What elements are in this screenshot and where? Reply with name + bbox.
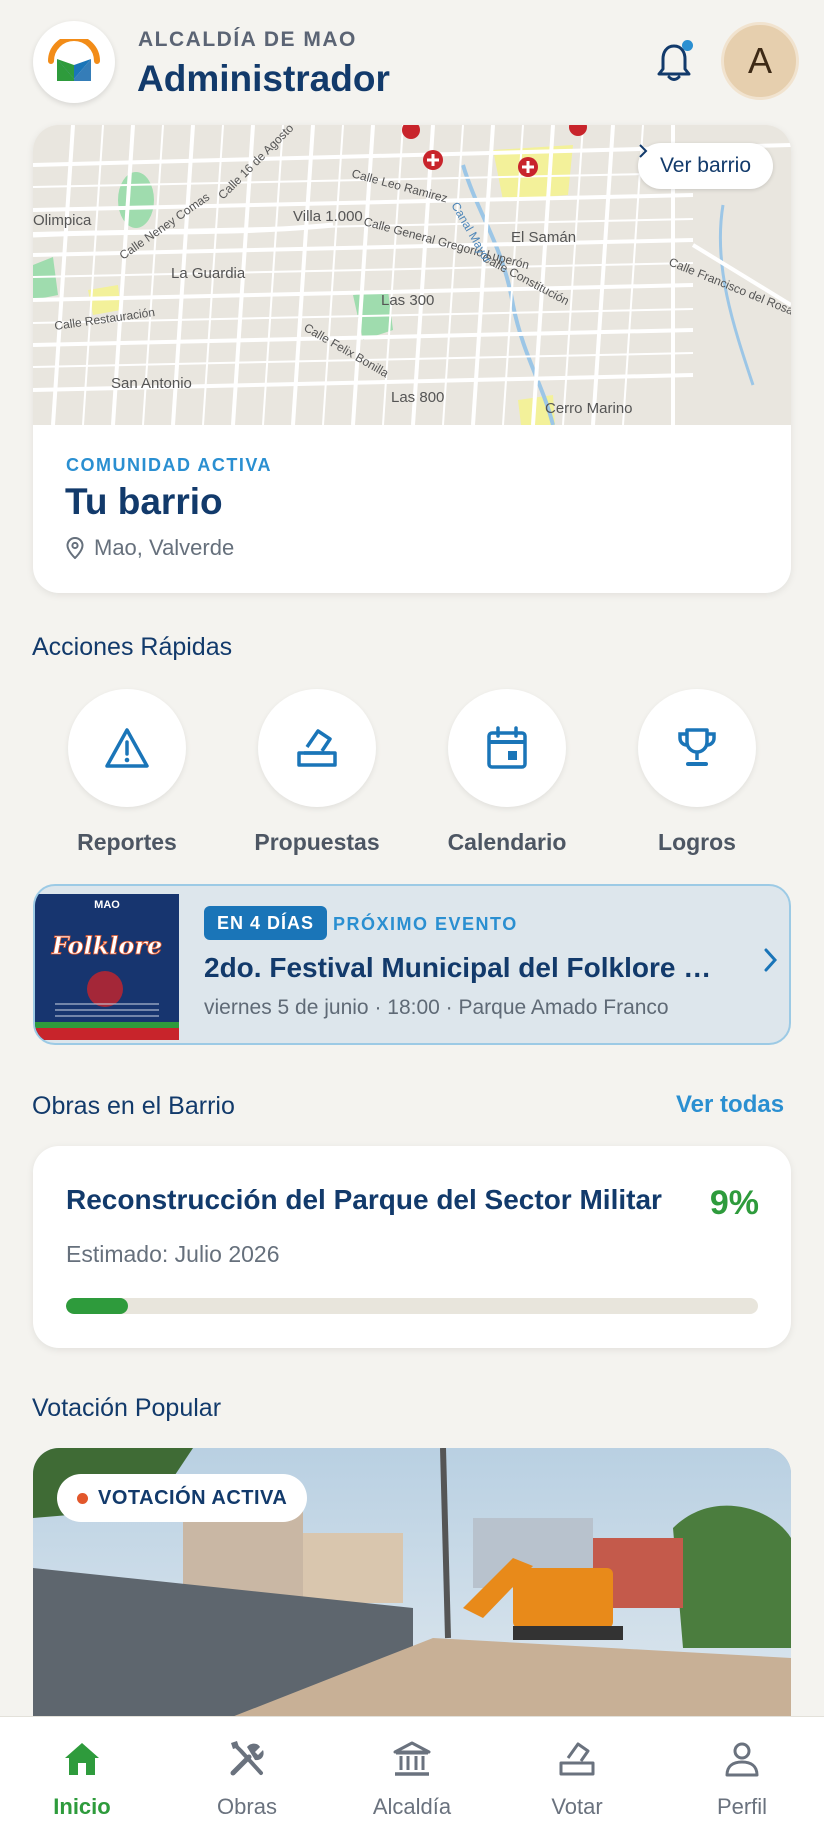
obra-title: Reconstrucción del Parque del Sector Mil… <box>66 1184 662 1215</box>
votacion-card[interactable]: VOTACIÓN ACTIVA <box>33 1448 791 1748</box>
bottom-nav: Inicio Obras Alcaldía Votar Perfil <box>0 1716 824 1830</box>
event-poster-image: MAO Folklore <box>35 894 179 1040</box>
quick-action-propuestas[interactable]: Propuestas <box>222 689 412 859</box>
quick-action-label: Reportes <box>77 829 177 855</box>
barrio-card[interactable]: Olimpica La Guardia Villa 1.000 El Samán… <box>33 125 791 593</box>
barrio-location: Mao, Valverde <box>66 535 234 561</box>
nav-label: Alcaldía <box>372 1794 452 1819</box>
event-meta: viernes 5 de junio · 18:00 · Parque Amad… <box>204 996 669 1019</box>
vote-active-label: VOTACIÓN ACTIVA <box>98 1486 288 1509</box>
vote-active-badge: VOTACIÓN ACTIVA <box>57 1474 308 1522</box>
obra-estimated-date: Estimado: Julio 2026 <box>66 1241 280 1267</box>
quick-actions-title: Acciones Rápidas <box>32 633 233 661</box>
map-label: El Samán <box>511 229 576 246</box>
votacion-section-title: Votación Popular <box>32 1394 222 1422</box>
quick-action-circle[interactable] <box>68 689 186 807</box>
map-label: San Antonio <box>111 375 192 392</box>
barrio-name: Tu barrio <box>65 481 223 522</box>
barrio-map[interactable]: Olimpica La Guardia Villa 1.000 El Samán… <box>33 125 791 425</box>
chevron-right-icon <box>639 144 648 158</box>
avatar[interactable]: A <box>721 22 799 100</box>
org-name: ALCALDÍA DE MAO <box>138 28 357 51</box>
nav-item-inicio[interactable]: Inicio <box>0 1717 164 1830</box>
ver-barrio-label: Ver barrio <box>659 154 751 177</box>
upcoming-event-card[interactable]: MAO Folklore EN 4 DÍAS PRÓXIMO EVENTO 2d… <box>33 884 791 1045</box>
quick-action-calendario[interactable]: Calendario <box>412 689 602 859</box>
map-label: Olimpica <box>33 212 92 229</box>
map-label: Las 300 <box>381 292 434 309</box>
quick-action-label: Calendario <box>447 829 567 855</box>
logo-icon <box>48 39 100 81</box>
poster-brand: MAO <box>94 899 120 911</box>
quick-action-circle[interactable] <box>258 689 376 807</box>
obras-section-title: Obras en el Barrio <box>32 1092 235 1120</box>
ballot-box-icon <box>559 1742 595 1776</box>
nav-item-obras[interactable]: Obras <box>165 1717 329 1830</box>
barrio-location-text: Mao, Valverde <box>94 535 235 560</box>
calendar-icon <box>487 726 527 769</box>
event-title: 2do. Festival Municipal del Folklore Mao <box>204 952 734 983</box>
ver-barrio-button[interactable]: Ver barrio <box>637 143 773 189</box>
nav-label: Obras <box>217 1794 277 1819</box>
festival-poster: MAO Folklore <box>35 894 179 1040</box>
location-pin-icon <box>66 537 84 559</box>
tools-icon <box>230 1741 264 1776</box>
quick-action-logros[interactable]: Logros <box>602 689 792 859</box>
ballot-box-icon <box>297 729 337 767</box>
quick-action-label: Propuestas <box>254 829 380 855</box>
app-header: ALCALDÍA DE MAO Administrador A <box>0 0 824 120</box>
event-countdown-badge: EN 4 DÍAS <box>204 906 328 940</box>
obra-percent: 9% <box>709 1184 759 1222</box>
obra-progress-bar <box>66 1298 758 1314</box>
nav-label: Votar <box>551 1794 603 1819</box>
role-title: Administrador <box>137 58 390 99</box>
map-label: Villa 1.000 <box>293 208 363 225</box>
notifications-button[interactable] <box>654 40 694 84</box>
map-label: La Guardia <box>171 265 246 282</box>
community-tag: COMUNIDAD ACTIVA <box>66 455 272 475</box>
alcaldia-logo[interactable] <box>33 21 115 103</box>
quick-action-reportes[interactable]: Reportes <box>32 689 222 859</box>
quick-action-circle[interactable] <box>638 689 756 807</box>
city-hall-icon <box>393 1741 431 1776</box>
live-dot <box>77 1492 88 1504</box>
map-label: Cerro Marino <box>545 400 633 417</box>
nav-label: Perfil <box>716 1794 768 1819</box>
obra-progress-fill <box>66 1298 129 1314</box>
event-kicker: PRÓXIMO EVENTO <box>333 914 518 934</box>
trophy-icon <box>678 728 716 766</box>
nav-item-perfil[interactable]: Perfil <box>660 1717 824 1830</box>
map-label: Las 800 <box>391 389 444 406</box>
profile-icon <box>725 1742 759 1777</box>
nav-item-votar[interactable]: Votar <box>495 1717 659 1830</box>
chevron-right-icon <box>764 948 778 972</box>
notification-dot <box>682 40 693 51</box>
poster-title: Folklore <box>51 931 163 960</box>
home-icon <box>65 1743 99 1775</box>
quick-action-circle[interactable] <box>448 689 566 807</box>
obra-card[interactable]: Reconstrucción del Parque del Sector Mil… <box>33 1146 791 1348</box>
warning-icon <box>105 728 149 768</box>
nav-label: Inicio <box>53 1794 111 1819</box>
see-all-link[interactable]: Ver todas <box>676 1091 784 1119</box>
quick-action-label: Logros <box>658 829 736 855</box>
nav-item-alcaldia[interactable]: Alcaldía <box>330 1717 494 1830</box>
